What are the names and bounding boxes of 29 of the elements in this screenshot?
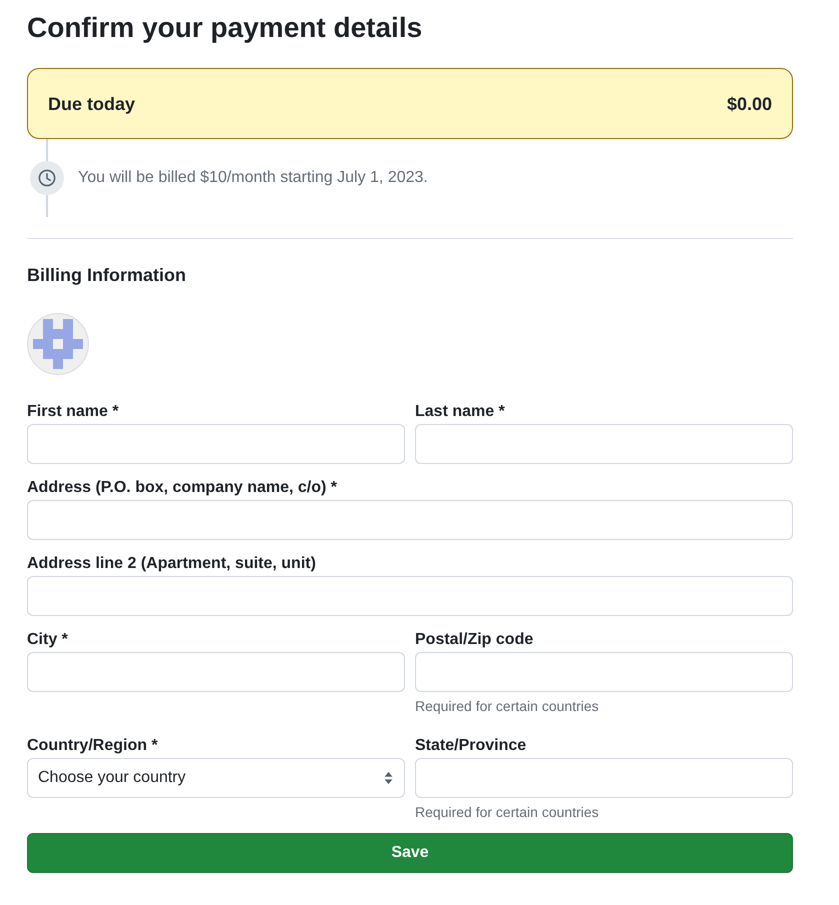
field-label: City * <box>27 630 69 650</box>
text-input-field[interactable] <box>27 652 405 692</box>
select-field[interactable]: Choose your country <box>27 758 405 798</box>
avatar-icon <box>27 313 89 375</box>
text-input-field[interactable] <box>415 652 793 692</box>
due-today-label: Due today <box>48 92 136 116</box>
field-label: State/Province <box>415 736 528 756</box>
save-button[interactable]: Save <box>27 833 793 873</box>
field-label: Country/Region * <box>27 736 159 756</box>
text-input-field[interactable] <box>415 758 793 798</box>
hint-text: Required for certain countries <box>415 697 600 716</box>
hint-text: Required for certain countries <box>415 803 600 822</box>
timeline-line <box>46 139 48 161</box>
section-heading: Billing Information <box>27 264 187 287</box>
text-input-field[interactable] <box>27 576 793 616</box>
clock-icon <box>30 161 64 195</box>
page-title: Confirm your payment details <box>27 11 424 45</box>
text-input-field[interactable] <box>27 424 405 464</box>
timeline-line <box>46 195 48 217</box>
billing-note: You will be billed $10/month starting July 1, 2023. <box>78 168 428 188</box>
text-input-field[interactable] <box>415 424 793 464</box>
field-label: Postal/Zip code <box>415 630 534 650</box>
up-down-caret-icon <box>384 771 393 785</box>
field-label: Address (P.O. box, company name, c/o) * <box>27 478 338 498</box>
field-label: First name * <box>27 402 120 422</box>
field-label: Address line 2 (Apartment, suite, unit) <box>27 554 317 574</box>
field-label: Last name * <box>415 402 506 422</box>
due-amount: $0.00 <box>726 92 772 116</box>
text-input-field[interactable] <box>27 500 793 540</box>
